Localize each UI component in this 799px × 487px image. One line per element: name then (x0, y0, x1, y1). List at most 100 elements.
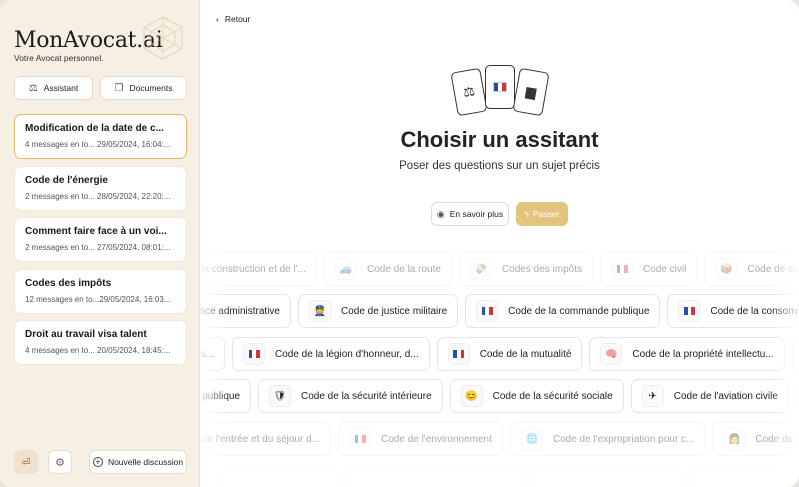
assistant-chip[interactable]: 🌐 Code de l'expropriation pour c... (509, 422, 706, 456)
assistant-chip[interactable]: Code de la consommation (667, 294, 799, 328)
french-flag-icon (611, 258, 633, 280)
assistant-chip[interactable]: tice administrative (200, 294, 291, 328)
assistant-chip[interactable]: Code de la légion d'honneur, d... (232, 337, 430, 371)
learn-more-button[interactable]: ◉ En savoir plus (431, 202, 509, 226)
chip-label: Code de justice militaire (341, 305, 448, 317)
chip-label: de la construction et de l'... (200, 263, 306, 275)
assistant-chip[interactable] (347, 464, 527, 487)
chevron-left-icon: ‹ (216, 14, 219, 24)
conversation-meta: 4 messages en to... 20/05/2024, 18:45:..… (25, 346, 171, 355)
assistant-chip[interactable]: de de l'entrée et du séjour d... (200, 422, 331, 456)
chip-label: tice administrative (200, 305, 280, 317)
hexagon-logo-icon (143, 16, 183, 60)
money-icon: 💸 (469, 258, 492, 280)
globe-icon: 🌐 (520, 428, 543, 450)
learn-more-label: En savoir plus (449, 209, 504, 219)
conversation-item[interactable]: Codes des impôts 12 messages en to...29/… (14, 269, 187, 314)
soldier-icon: 👮 (309, 300, 331, 322)
conversation-meta: 2 messages en to... 27/05/2024, 08:01:..… (25, 243, 171, 252)
french-flag-icon (349, 428, 371, 450)
assistant-chip[interactable] (534, 464, 684, 487)
assistant-chip[interactable]: Code de la mutualité (436, 337, 583, 371)
chip-label: Code de la route (367, 263, 441, 275)
book-card: ▆ (512, 67, 550, 117)
new-discussion-label: Nouvelle discussion (107, 457, 184, 467)
person-icon: 👩 (723, 428, 746, 450)
car-icon: 🚙 (335, 258, 357, 280)
assistant-chip[interactable]: Code civil (600, 252, 698, 286)
tagline: Votre Avocat personnel. (14, 53, 104, 63)
assistant-chip[interactable]: 👩 Code de l'org (712, 422, 799, 456)
back-link[interactable]: ‹ Retour (216, 14, 250, 24)
assistant-chip[interactable]: 🛡 Code de la sécurité intérieure (258, 379, 443, 413)
chip-label: de de l'entrée et du séjour d... (200, 433, 320, 445)
flag-card (485, 65, 515, 109)
french-flag-icon (243, 343, 265, 365)
assistant-chip[interactable]: ✈ Code de l'aviation civile (630, 379, 789, 413)
assistant-chip[interactable]: 👮 Code de justice militaire (298, 294, 459, 328)
assistant-grid: de la construction et de l'... 🚙 Code de … (200, 250, 799, 487)
airplane-icon: ✈ (641, 385, 664, 407)
chip-label: Codes des impôts (501, 263, 582, 275)
app-window: MonAvocat.ai Votre Avocat personnel. ⚖ A… (0, 0, 799, 487)
assistant-chip[interactable]: 🚙 Code de la route (324, 252, 452, 286)
assistant-cards-illustration: ⚖ ▆ (450, 64, 552, 118)
documents-button-label: Documents (129, 83, 173, 93)
conversation-title: Code de l'énergie (25, 175, 108, 186)
assistant-chip[interactable]: Code de l'environnement (338, 422, 503, 456)
page-title: Choisir un assitant (400, 127, 599, 152)
scales-card: ⚖ (450, 67, 488, 117)
conversation-title: Modification de la date de c... (25, 123, 164, 134)
assistant-chip[interactable] (220, 464, 340, 487)
plus-circle-icon: + (92, 457, 103, 467)
chip-label: publique (202, 390, 240, 402)
assistant-button-label: Assistant (43, 83, 79, 93)
assistant-chip[interactable]: Code de la commande publique (465, 294, 661, 328)
chip-label: Code de comm (747, 263, 799, 275)
assistant-button[interactable]: ⚖ Assistant (14, 76, 93, 100)
smile-icon: 😊 (460, 385, 483, 407)
conversation-item[interactable]: Comment faire face à un voi... 2 message… (14, 217, 187, 262)
french-flag-icon (493, 82, 507, 92)
skip-button[interactable]: ϟ Passer (516, 202, 568, 226)
chip-label: Code de la propriété intellectu... (632, 348, 774, 360)
assistant-chip[interactable]: 😊 Code de la sécurité sociale (449, 379, 624, 413)
skip-label: Passer (533, 209, 560, 219)
chip-label: Code de la légion d'honneur, d... (275, 348, 419, 360)
assistant-chip[interactable]: 🧠 Code de la propriété intellectu... (589, 337, 785, 371)
gear-icon: ⚙ (55, 456, 65, 469)
conversation-meta: 4 messages en to... 29/05/2024, 16:04:..… (25, 140, 171, 149)
shield-icon: 🛡 (269, 385, 291, 407)
conversation-item[interactable]: Code de l'énergie 2 messages en to... 28… (14, 166, 187, 211)
chip-label: Code de l'aviation civile (673, 390, 778, 402)
chip-label: Code civil (643, 263, 687, 275)
conversation-item[interactable]: Droit au travail visa talent 4 messages … (14, 320, 187, 365)
assistant-chip[interactable]: 🔬 (791, 337, 799, 371)
conversation-item[interactable]: Modification de la date de c... 4 messag… (14, 114, 187, 159)
chip-label: Code de la sécurité sociale (492, 390, 613, 402)
chip-label: s... (200, 348, 214, 360)
chip-label: Code de la mutualité (479, 348, 572, 360)
scales-icon: ⚖ (461, 83, 476, 100)
conversation-meta: 12 messages en to...29/05/2024, 16:03... (25, 295, 171, 304)
chip-label: Code de l'org (755, 433, 799, 445)
logout-button[interactable]: ⏎ (14, 450, 38, 474)
settings-button[interactable]: ⚙ (48, 450, 72, 474)
documents-icon: ❐ (114, 82, 124, 94)
new-discussion-button[interactable]: + Nouvelle discussion (89, 450, 187, 474)
assistant-chip[interactable]: 📦 Code de comm (704, 252, 799, 286)
assistant-chip[interactable] (691, 464, 799, 487)
main-panel: ‹ Retour ⚖ ▆ Choisir un assitant Poser d… (200, 0, 799, 487)
assistant-chip[interactable]: de la construction et de l'... (200, 252, 317, 286)
chip-label: Code de la commande publique (508, 305, 650, 317)
chip-label: Code de l'environnement (381, 433, 492, 445)
conversation-title: Comment faire face à un voi... (25, 226, 167, 237)
assistant-chip[interactable]: publique (200, 379, 251, 413)
book-icon: ▆ (524, 83, 538, 100)
lightning-icon: ϟ (524, 209, 530, 219)
french-flag-icon (476, 300, 499, 322)
scales-icon: ⚖ (28, 82, 38, 94)
documents-button[interactable]: ❐ Documents (100, 76, 187, 100)
assistant-chip[interactable]: 💸 Codes des impôts (458, 252, 593, 286)
assistant-chip[interactable]: s... (200, 337, 225, 371)
